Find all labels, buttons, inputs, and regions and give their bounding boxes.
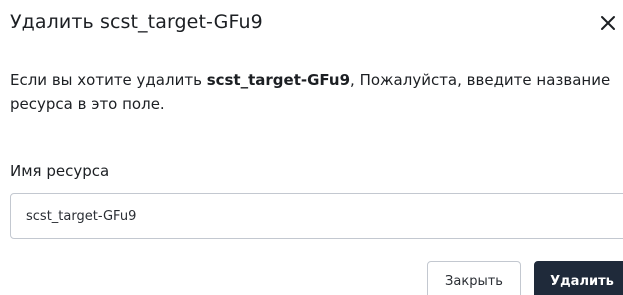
close-button[interactable]: Закрыть xyxy=(427,261,521,295)
close-dialog-button[interactable] xyxy=(595,10,621,36)
message-prefix: Если вы хотите удалить xyxy=(10,71,207,89)
confirmation-message: Если вы хотите удалить scst_target-GFu9,… xyxy=(10,68,615,116)
message-resource-name: scst_target-GFu9 xyxy=(206,71,351,89)
delete-button[interactable]: Удалить xyxy=(534,261,623,295)
resource-name-input[interactable] xyxy=(10,193,623,239)
dialog-title: Удалить scst_target-GFu9 xyxy=(10,11,263,33)
resource-name-label: Имя ресурса xyxy=(10,162,110,180)
close-icon xyxy=(601,16,615,30)
delete-resource-dialog: Удалить scst_target-GFu9 Если вы хотите … xyxy=(0,0,623,295)
